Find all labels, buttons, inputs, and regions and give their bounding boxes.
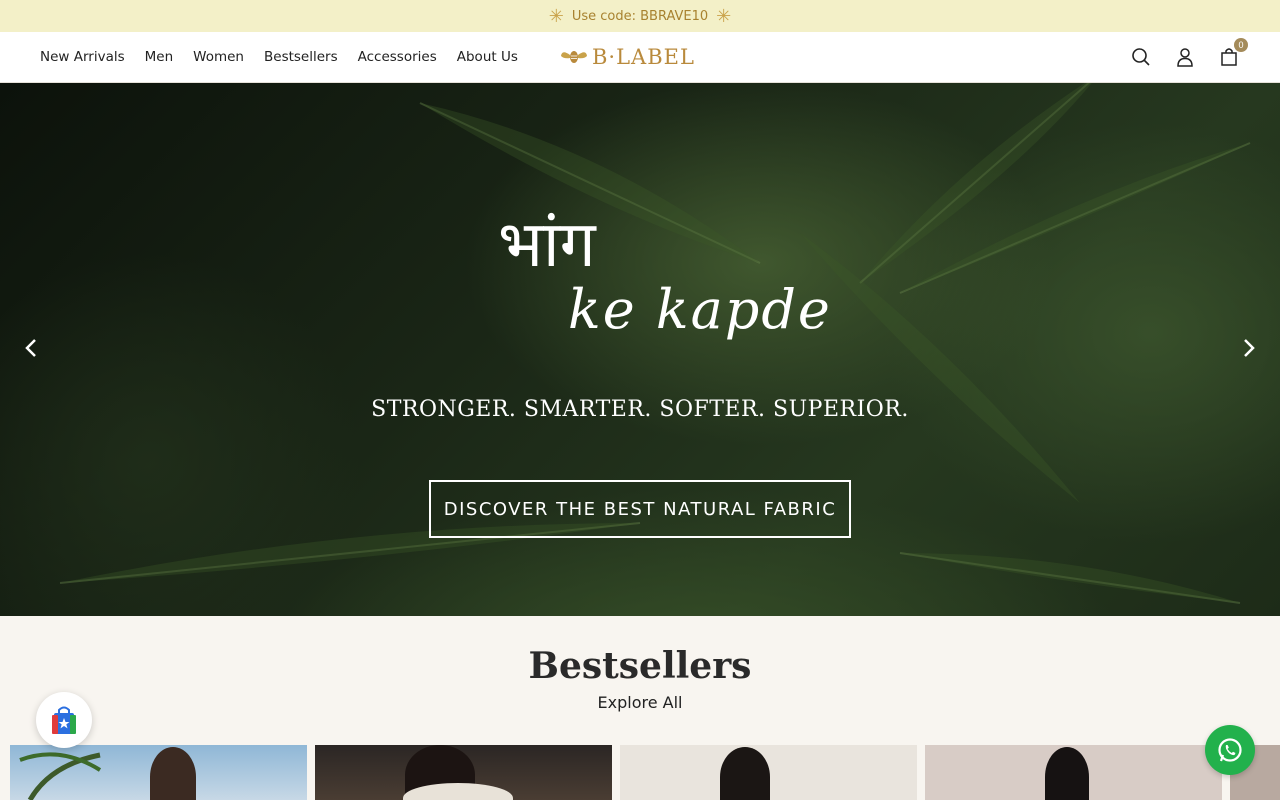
logo-wordmark: B·LABEL xyxy=(592,45,695,69)
product-card[interactable] xyxy=(925,745,1222,800)
carousel-next-arrow-icon[interactable] xyxy=(1234,333,1264,363)
site-header: New Arrivals Men Women Bestsellers Acces… xyxy=(0,32,1280,83)
cart-count-badge: 0 xyxy=(1234,38,1248,52)
explore-all-link[interactable]: Explore All xyxy=(0,693,1280,712)
main-nav: New Arrivals Men Women Bestsellers Acces… xyxy=(40,32,518,82)
nav-accessories[interactable]: Accessories xyxy=(358,49,437,65)
product-card[interactable] xyxy=(10,745,307,800)
discover-fabric-button[interactable]: DISCOVER THE BEST NATURAL FABRIC xyxy=(429,480,851,538)
carousel-prev-arrow-icon[interactable] xyxy=(16,333,46,363)
nav-men[interactable]: Men xyxy=(145,49,174,65)
whatsapp-icon xyxy=(1218,738,1242,762)
hero-banner: भांग ke kapde STRONGER. SMARTER. SOFTER.… xyxy=(0,83,1280,616)
shop-bag-widget-button[interactable] xyxy=(36,692,92,748)
sparkle-icon: ✳ xyxy=(716,6,732,26)
header-actions: 0 xyxy=(1130,32,1248,82)
hero-script-subtitle: ke kapde xyxy=(568,278,832,341)
announcement-bar: ✳ Use code: BBRAVE10 ✳ xyxy=(0,0,1280,32)
promo-code-text: Use code: BBRAVE10 xyxy=(571,8,709,24)
nav-bestsellers[interactable]: Bestsellers xyxy=(264,49,338,65)
shopping-bag-star-icon xyxy=(52,706,76,734)
bee-icon xyxy=(561,51,587,63)
user-icon[interactable] xyxy=(1174,46,1196,68)
nav-about-us[interactable]: About Us xyxy=(457,49,518,65)
product-carousel xyxy=(10,745,1280,800)
product-card[interactable] xyxy=(315,745,612,800)
product-card[interactable] xyxy=(620,745,917,800)
whatsapp-chat-button[interactable] xyxy=(1205,725,1255,775)
hero-tagline: STRONGER. SMARTER. SOFTER. SUPERIOR. xyxy=(371,397,909,422)
brand-logo[interactable]: B·LABEL xyxy=(560,44,695,70)
cart-icon[interactable]: 0 xyxy=(1218,38,1248,68)
search-icon[interactable] xyxy=(1130,46,1152,68)
bestsellers-heading: Bestsellers xyxy=(528,645,752,687)
hero-hindi-title: भांग xyxy=(498,208,596,282)
sparkle-icon: ✳ xyxy=(548,6,564,26)
nav-new-arrivals[interactable]: New Arrivals xyxy=(40,49,125,65)
nav-women[interactable]: Women xyxy=(193,49,244,65)
